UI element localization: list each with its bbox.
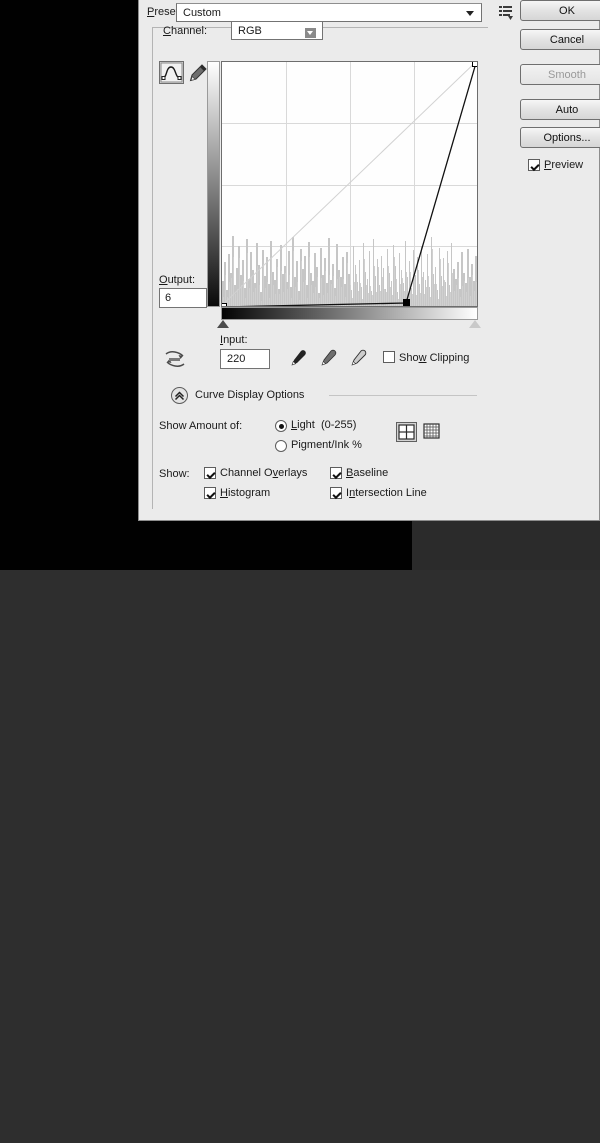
white-point-slider[interactable] [469, 320, 481, 328]
checkbox-histogram[interactable] [204, 487, 216, 499]
radio-light-label: Light (0-255) [291, 419, 357, 431]
grid-tenths-icon[interactable] [422, 422, 443, 442]
input-label: Input: [220, 334, 248, 346]
checkbox-baseline[interactable] [330, 467, 342, 479]
curve-tool-icon[interactable] [159, 61, 184, 84]
input-value: 220 [227, 353, 246, 365]
chevron-down-icon [466, 11, 474, 16]
show-clipping-checkbox[interactable] [383, 351, 395, 363]
chevron-down-icon [305, 28, 316, 38]
output-gradient-bar [207, 61, 220, 307]
smooth-button[interactable]: Smooth [520, 64, 600, 85]
curve-display-options-label: Curve Display Options [195, 389, 305, 401]
ok-button[interactable]: OK [520, 0, 600, 21]
black-point-eyedropper-icon[interactable] [287, 348, 308, 369]
grid-quarters-icon[interactable] [396, 422, 417, 442]
canvas-workspace [0, 570, 600, 1143]
options-button[interactable]: Options... [520, 127, 600, 148]
cancel-button[interactable]: Cancel [520, 29, 600, 50]
radio-pigment-ink-label: Pigment/Ink % [291, 439, 362, 451]
screen: Preset: Custom Channel: RGB Output: 6 In… [0, 0, 600, 1143]
input-gradient-bar [221, 307, 478, 320]
preset-select[interactable]: Custom [176, 3, 482, 22]
curve-point-control[interactable] [403, 299, 410, 306]
channel-label: Channel: [163, 25, 208, 37]
preview-checkbox[interactable] [528, 159, 540, 171]
checkbox-histogram-label: Histogram [220, 487, 271, 499]
auto-button[interactable]: Auto [520, 99, 600, 120]
checkbox-channel-overlays[interactable] [204, 467, 216, 479]
pencil-tool-icon[interactable] [187, 62, 209, 84]
channel-group-frame-left [152, 27, 153, 509]
output-label: Output: [159, 274, 196, 286]
checkbox-intersection-line-label: Intersection Line [346, 487, 427, 499]
show-amount-of-label: Show Amount of: [159, 420, 243, 432]
tone-curve-line [239, 62, 477, 306]
output-input[interactable]: 6 [159, 288, 207, 308]
curve-display-options-toggle[interactable] [171, 387, 188, 404]
input-input[interactable]: 220 [220, 349, 270, 369]
channel-select[interactable]: RGB [231, 21, 323, 40]
channel-value: RGB [238, 25, 262, 37]
preview-label: Preview [544, 159, 584, 171]
radio-light[interactable] [275, 420, 287, 432]
checkbox-intersection-line[interactable] [330, 487, 342, 499]
radio-pigment-ink[interactable] [275, 440, 287, 452]
output-value: 6 [165, 292, 172, 304]
show-clipping-label: Show Clipping [399, 352, 470, 364]
checkbox-baseline-label: Baseline [346, 467, 389, 479]
preset-menu-icon[interactable] [497, 4, 515, 21]
dialog-button-column: OK Cancel Smooth Auto Options... Preview [520, 0, 600, 188]
preset-value: Custom [183, 7, 221, 19]
checkbox-channel-overlays-label: Channel Overlays [220, 467, 308, 479]
black-point-slider[interactable] [217, 320, 229, 328]
curve-graph[interactable] [221, 61, 478, 307]
curve-point-white[interactable] [472, 62, 477, 67]
white-point-eyedropper-icon[interactable] [347, 348, 368, 369]
section-divider [329, 395, 477, 396]
curve-smoothing-toggle-icon[interactable] [163, 349, 187, 371]
gray-point-eyedropper-icon[interactable] [317, 348, 338, 369]
show-label: Show: [159, 468, 190, 480]
